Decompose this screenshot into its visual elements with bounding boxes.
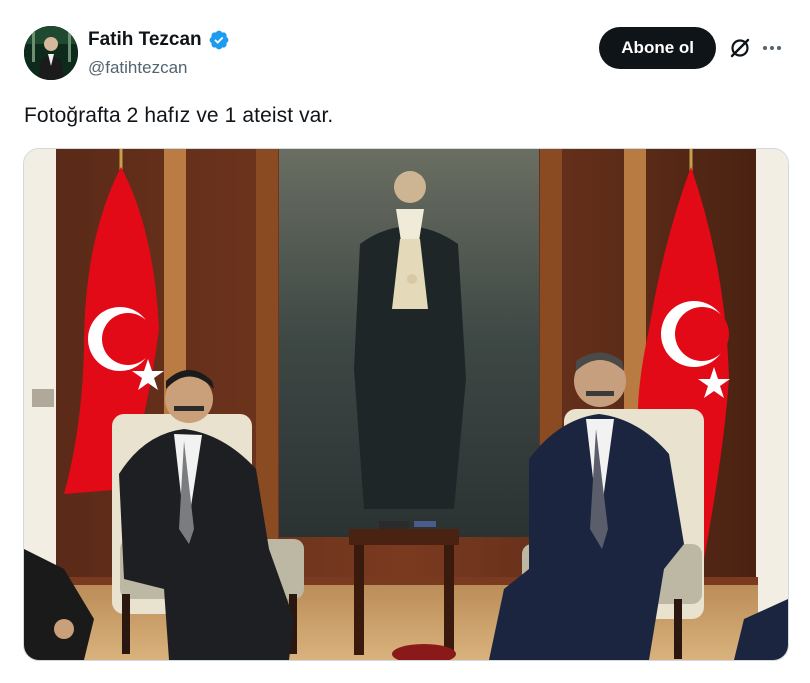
verified-badge-icon	[209, 30, 229, 50]
tweet-photo[interactable]	[23, 148, 789, 661]
tweet-header: Fatih Tezcan @fatihtezcan Abone ol	[24, 24, 786, 84]
photo-icon	[24, 149, 788, 660]
avatar[interactable]	[24, 26, 78, 80]
handle[interactable]: @fatihtezcan	[88, 58, 230, 78]
more-icon[interactable]	[760, 36, 784, 60]
grok-icon[interactable]	[728, 36, 752, 60]
display-name[interactable]: Fatih Tezcan	[88, 29, 202, 51]
tweet-text: Fotoğrafta 2 hafız ve 1 ateist var.	[24, 104, 334, 127]
follow-button[interactable]: Abone ol	[599, 27, 716, 69]
